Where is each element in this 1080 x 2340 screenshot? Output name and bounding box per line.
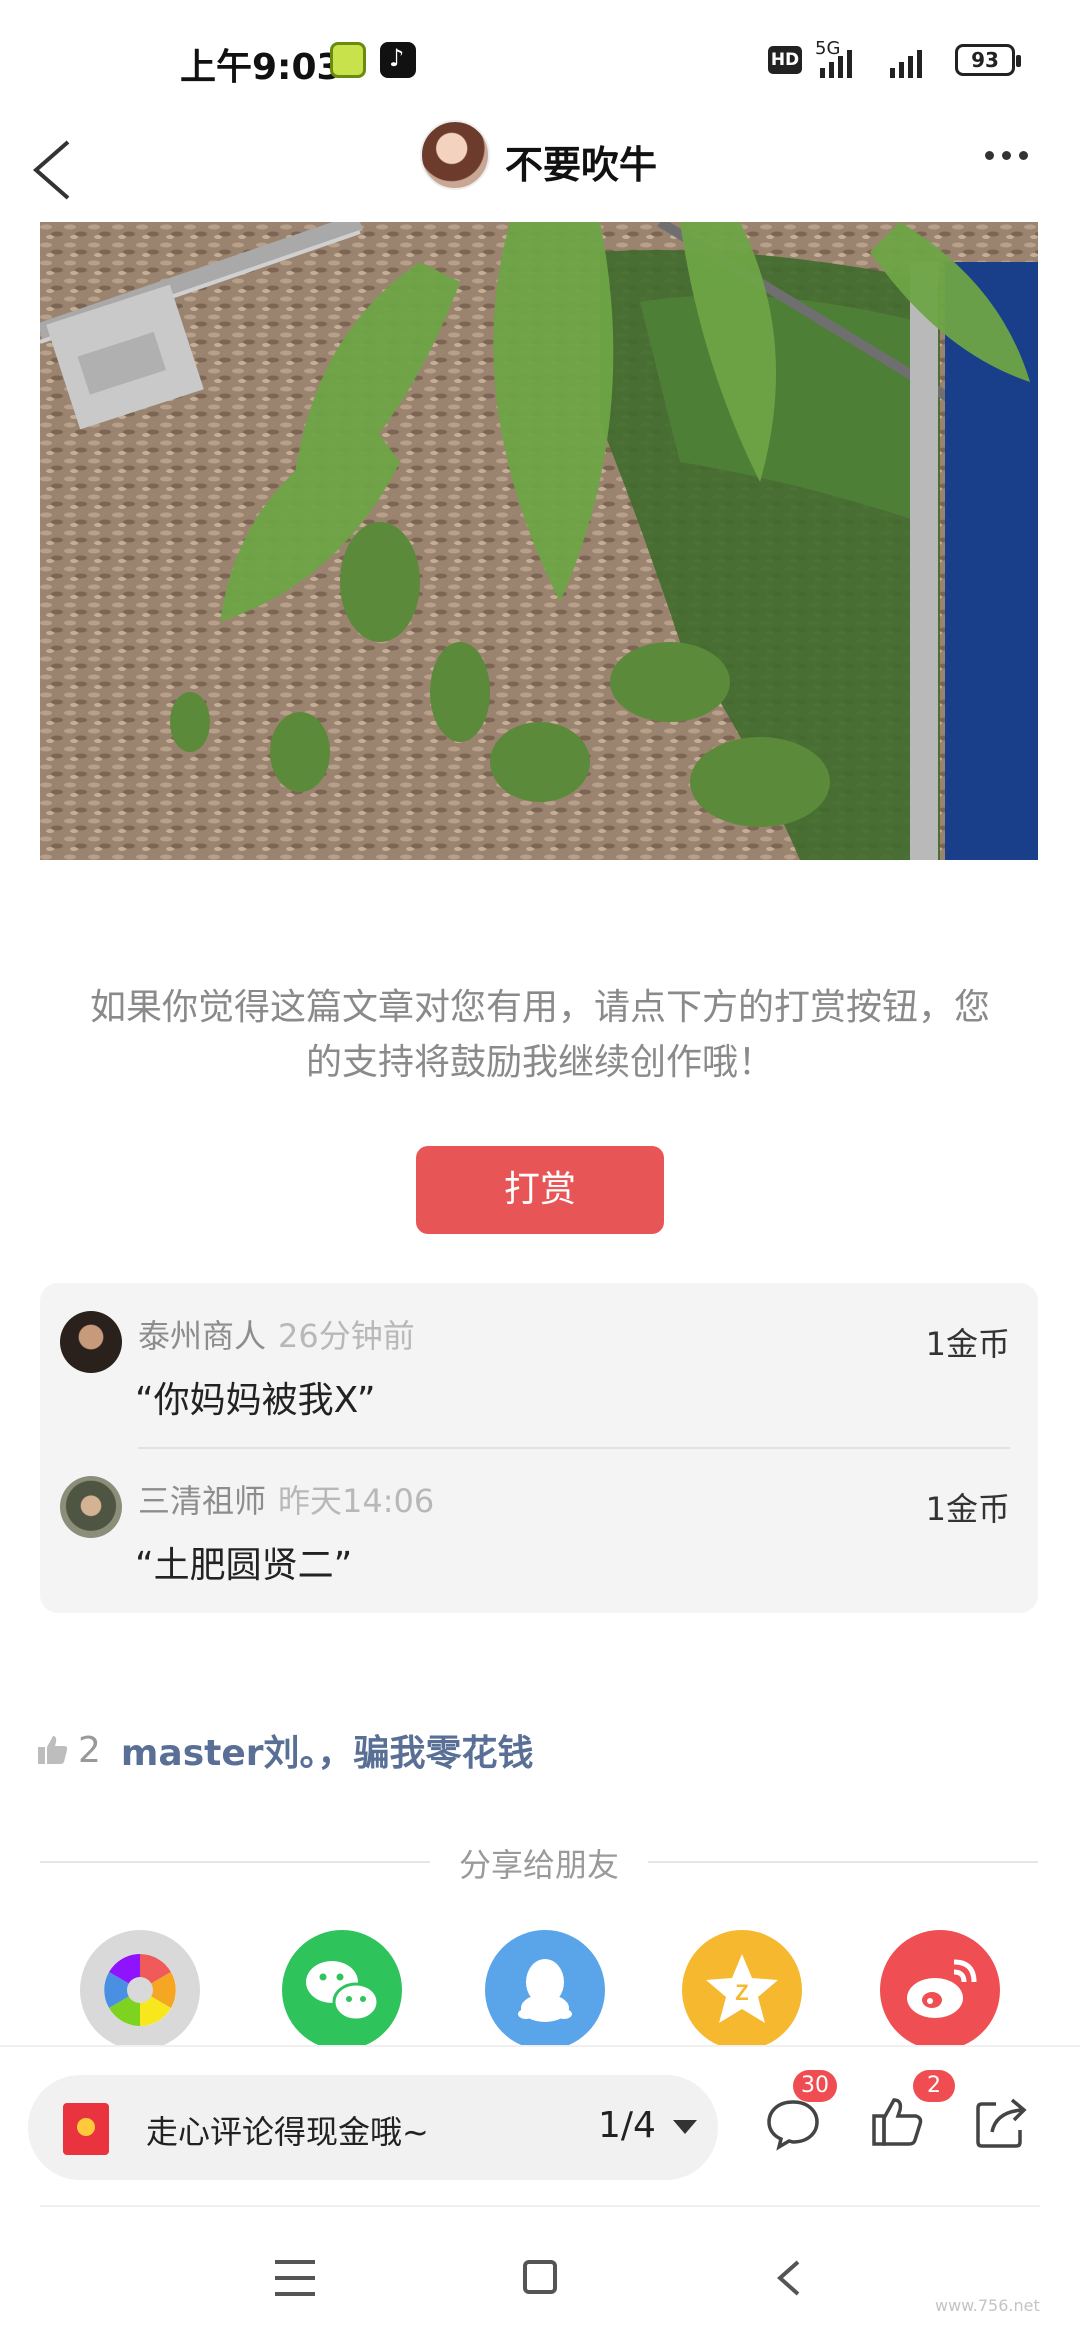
like-row: 2 master刘。，骗我零花钱 bbox=[36, 1725, 534, 1775]
share-icon bbox=[976, 2098, 1027, 2148]
back-button[interactable] bbox=[20, 130, 90, 210]
tip-message: “你妈妈被我X” bbox=[135, 1380, 376, 1421]
like-count: 2 bbox=[78, 1729, 101, 1771]
bottom-action-bar: 走心评论得现金哦~ 1/4 30 2 bbox=[0, 2045, 1080, 2195]
tip-header: 三清祖师 昨天14:06 bbox=[138, 1476, 434, 1522]
hd-icon: HD bbox=[768, 46, 802, 74]
thumbs-up-icon bbox=[38, 1736, 68, 1764]
watermark: www.756.net bbox=[935, 2296, 1040, 2315]
comment-placeholder: 走心评论得现金哦~ bbox=[146, 2113, 429, 2151]
share-wechat-button[interactable] bbox=[282, 1930, 402, 2050]
menu-line-icon bbox=[275, 2276, 315, 2280]
menu-line-icon bbox=[275, 2260, 315, 2264]
status-time: 上午9:03 bbox=[180, 47, 342, 88]
list-item: 泰州商人 26分钟前 1金币 “你妈妈被我X” bbox=[40, 1283, 1038, 1449]
recent-apps-button[interactable] bbox=[275, 2260, 315, 2296]
comment-pager[interactable]: 1/4 bbox=[598, 2105, 656, 2146]
menu-line-icon bbox=[275, 2292, 315, 2296]
article-image[interactable] bbox=[40, 222, 1038, 860]
qq-icon bbox=[518, 1959, 572, 2022]
comment-input[interactable]: 走心评论得现金哦~ 1/4 bbox=[28, 2075, 718, 2180]
album-icon bbox=[104, 1954, 176, 2026]
more-dot-icon bbox=[1019, 150, 1028, 160]
share-qq-button[interactable] bbox=[485, 1930, 605, 2050]
share-album-button[interactable] bbox=[80, 1930, 200, 2050]
share-button[interactable] bbox=[972, 2092, 1032, 2152]
tip-time: 26分钟前 bbox=[278, 1317, 415, 1355]
more-button[interactable] bbox=[985, 140, 1045, 170]
tip-header: 泰州商人 26分钟前 bbox=[138, 1311, 415, 1357]
comment-count-badge: 30 bbox=[793, 2070, 837, 2102]
home-button[interactable] bbox=[523, 2260, 557, 2294]
status-bar: 上午9:03 HD 5G 93 bbox=[0, 0, 1080, 120]
share-targets: Z bbox=[0, 1925, 1080, 2050]
author-avatar[interactable] bbox=[420, 120, 490, 190]
share-title: 分享给朋友 bbox=[458, 1846, 619, 1884]
share-title-row: 分享给朋友 bbox=[40, 1840, 1038, 1884]
avatar[interactable] bbox=[60, 1476, 122, 1538]
tipper-name[interactable]: 泰州商人 bbox=[138, 1317, 266, 1355]
reward-button[interactable]: 打赏 bbox=[416, 1146, 664, 1234]
share-qzone-button[interactable]: Z bbox=[682, 1930, 802, 2050]
tip-amount: 1金币 bbox=[925, 1490, 1010, 1528]
author-name[interactable]: 不要吹牛 bbox=[505, 134, 657, 189]
qzone-star-icon: Z bbox=[706, 1954, 778, 2023]
list-item: 三清祖师 昨天14:06 1金币 “土肥圆贤二” bbox=[40, 1448, 1038, 1613]
app-notification-icon bbox=[330, 42, 366, 78]
share-weibo-button[interactable] bbox=[880, 1930, 1000, 2050]
article-header: 不要吹牛 bbox=[0, 120, 1080, 220]
caret-down-icon[interactable] bbox=[673, 2120, 697, 2134]
garden-photo bbox=[40, 222, 1038, 860]
tip-time: 昨天14:06 bbox=[278, 1482, 435, 1520]
wechat-icon bbox=[306, 1961, 380, 2022]
like-button[interactable]: 2 bbox=[868, 2070, 955, 2152]
reward-prompt: 如果你觉得这篇文章对您有用，请点下方的打赏按钮，您的支持将鼓励我继续创作哦！ bbox=[90, 987, 991, 1083]
battery-icon: 93 bbox=[955, 44, 1021, 76]
like-count-badge: 2 bbox=[913, 2070, 955, 2102]
tip-amount: 1金币 bbox=[925, 1325, 1010, 1363]
more-dot-icon bbox=[1002, 150, 1011, 160]
system-back-button[interactable] bbox=[770, 2256, 810, 2300]
signal-icon-2 bbox=[890, 48, 922, 78]
tip-message: “土肥圆贤二” bbox=[135, 1545, 353, 1586]
liker-names[interactable]: master刘。，骗我零花钱 bbox=[121, 1724, 534, 1776]
signal-icon bbox=[820, 48, 852, 78]
divider bbox=[40, 2205, 1040, 2207]
divider bbox=[648, 1861, 1038, 1863]
chevron-left-icon bbox=[32, 140, 70, 200]
system-nav-bar: www.756.net bbox=[0, 2230, 1080, 2340]
avatar[interactable] bbox=[60, 1311, 122, 1373]
tip-list: 泰州商人 26分钟前 1金币 “你妈妈被我X” 三清祖师 昨天14:06 1金币 “… bbox=[40, 1283, 1038, 1613]
tiktok-icon bbox=[380, 42, 416, 78]
more-dot-icon bbox=[985, 150, 994, 160]
thumbs-up-icon bbox=[872, 2098, 923, 2146]
comments-button[interactable]: 30 bbox=[763, 2070, 837, 2152]
weibo-icon bbox=[907, 1959, 977, 2018]
tipper-name[interactable]: 三清祖师 bbox=[138, 1482, 266, 1520]
red-packet-icon bbox=[63, 2103, 109, 2155]
svg-text:Z: Z bbox=[735, 1980, 748, 2005]
chevron-left-icon bbox=[776, 2260, 800, 2296]
